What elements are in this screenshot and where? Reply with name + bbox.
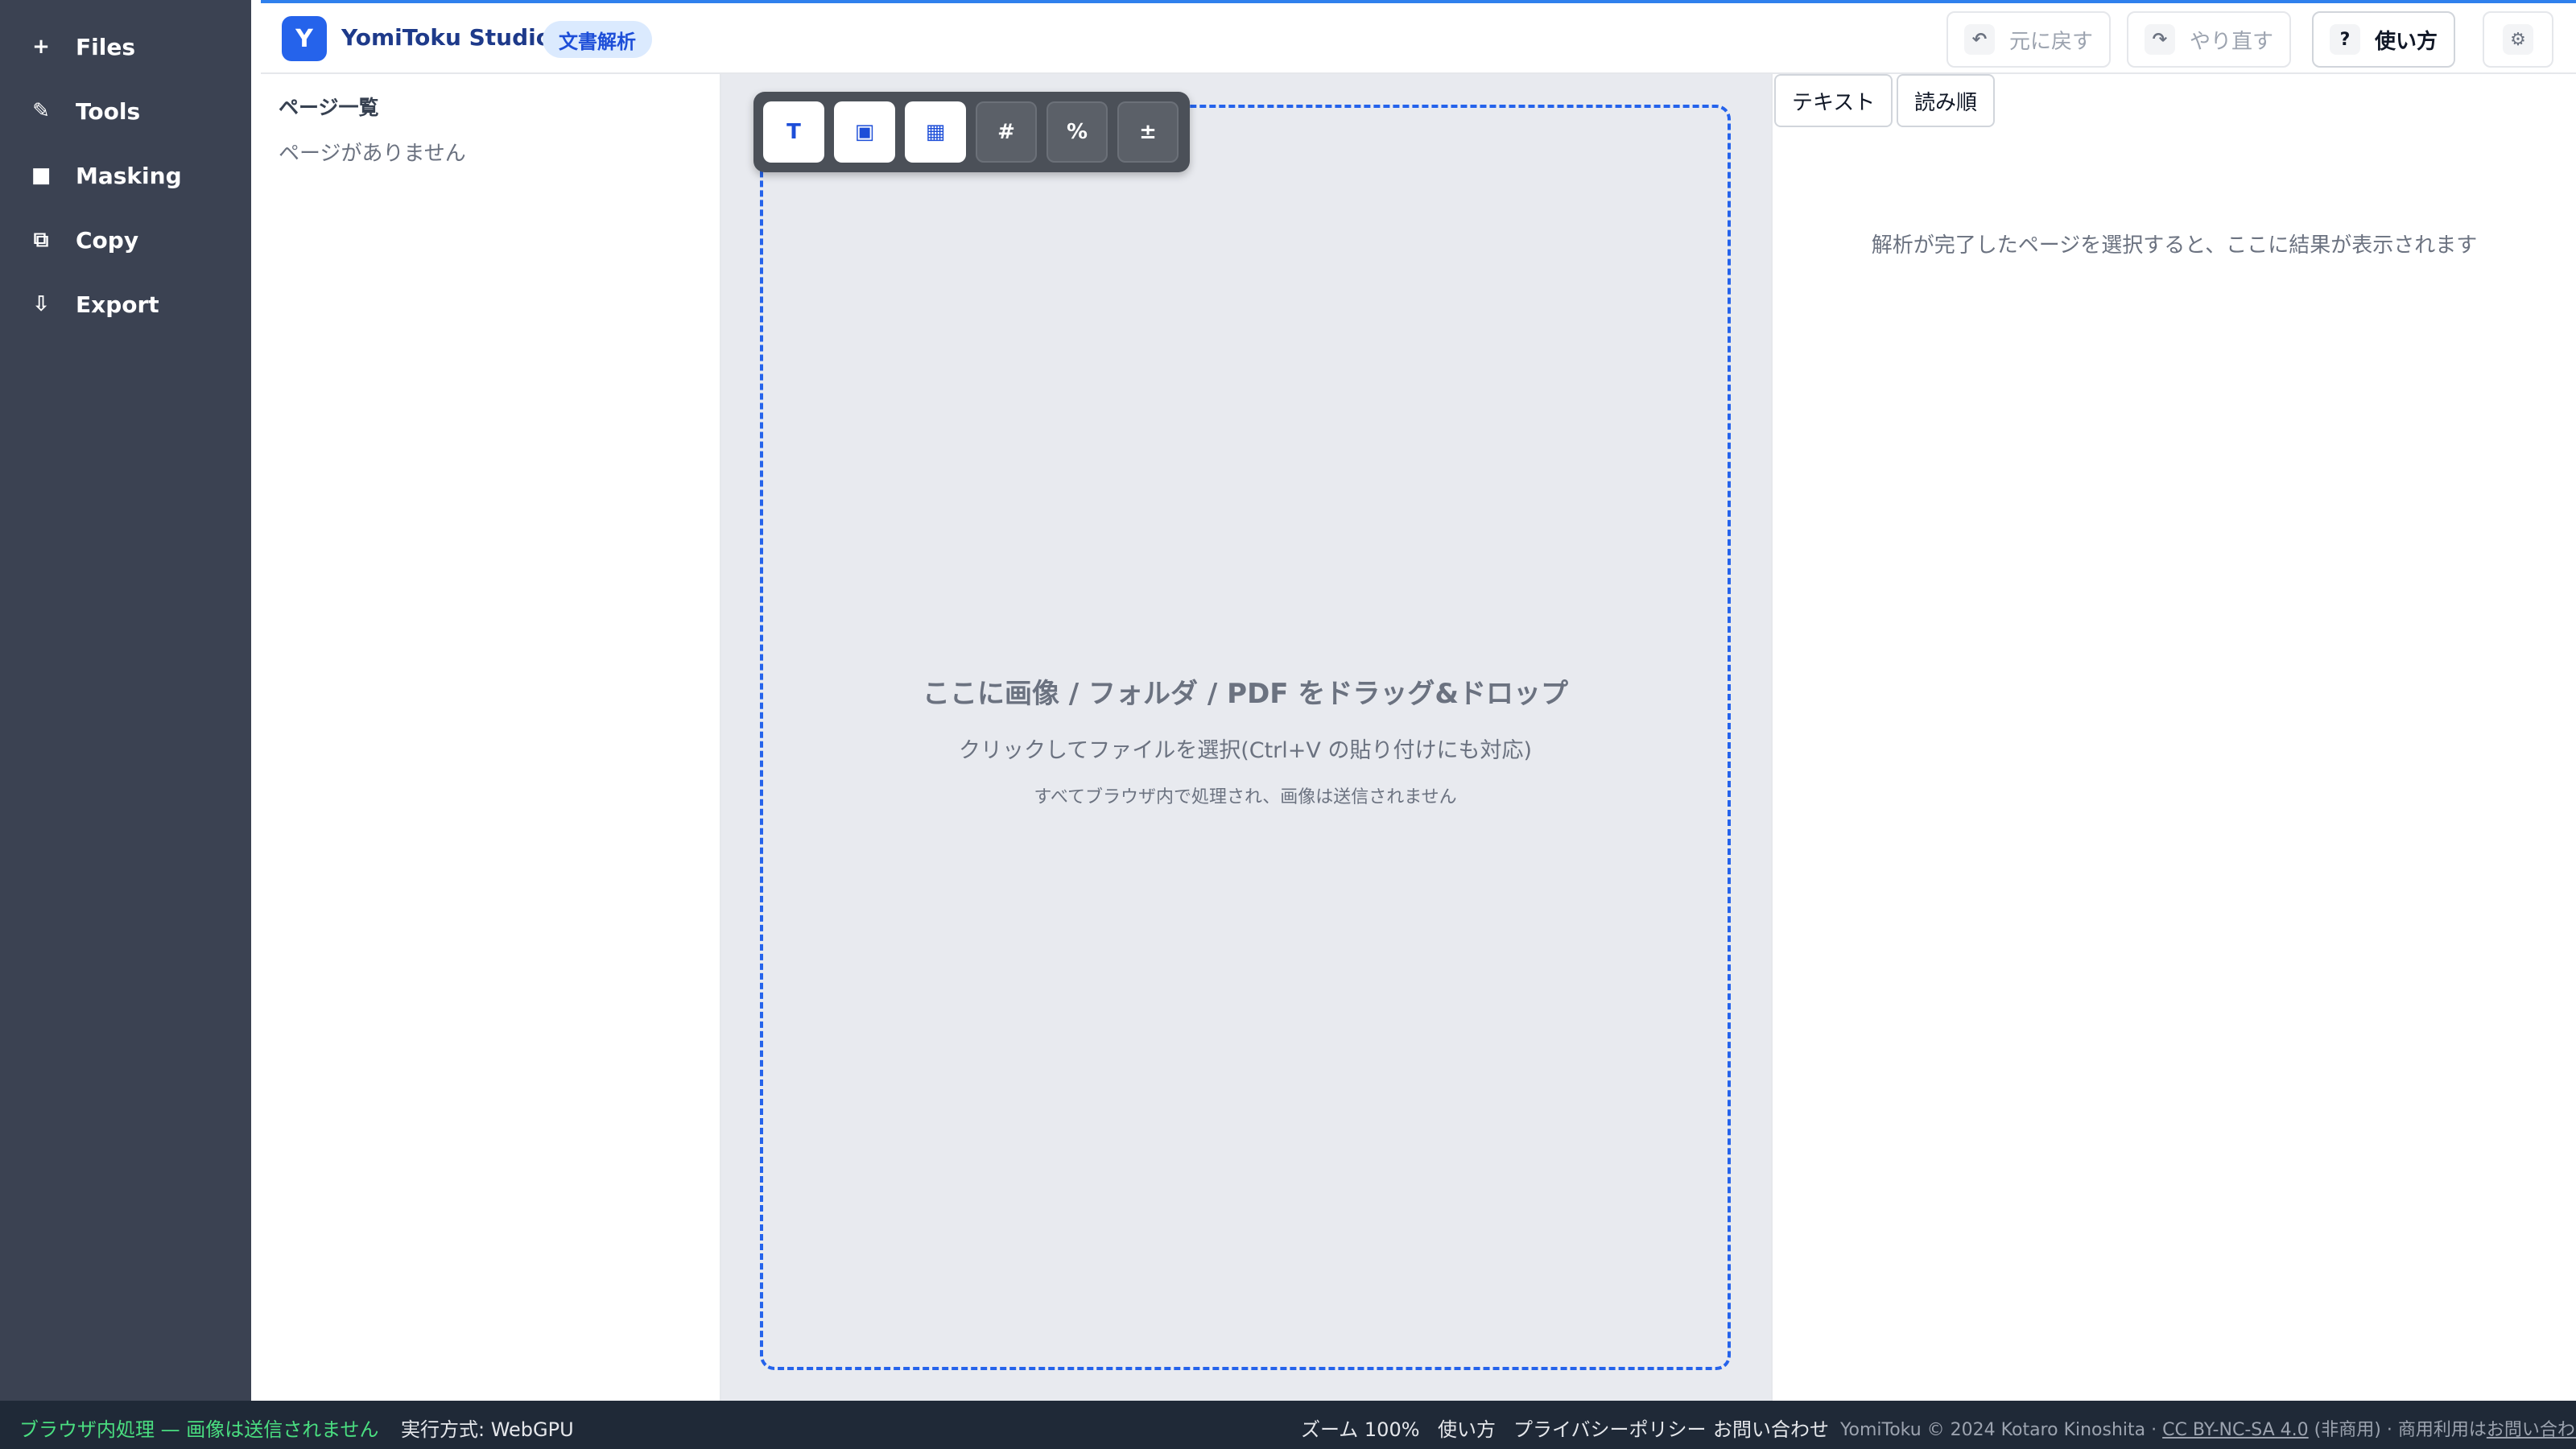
mode-badge: 文書解析 bbox=[543, 21, 652, 58]
sidebar-item-label: Files bbox=[76, 33, 135, 60]
results-empty-message: 解析が完了したページを選択すると、ここに結果が表示されます bbox=[1871, 233, 2478, 258]
help-label: 使い方 bbox=[2375, 29, 2438, 54]
contact-link[interactable]: お問い合わせ bbox=[1713, 1414, 1829, 1442]
table-layer-toggle[interactable]: ▦ bbox=[905, 101, 966, 163]
figure-layer-toggle[interactable]: ▣ bbox=[834, 101, 895, 163]
download-icon: ⇩ bbox=[32, 292, 50, 316]
app-logo: Y bbox=[282, 16, 327, 61]
footer-help-link[interactable]: 使い方 bbox=[1438, 1414, 1496, 1442]
tab-reading-order[interactable]: 読み順 bbox=[1897, 74, 1996, 127]
settings-button[interactable]: ⚙ bbox=[2483, 11, 2553, 68]
canvas-area: ここに画像 / フォルダ / PDF をドラッグ&ドロップ クリックしてファイル… bbox=[721, 74, 1771, 1401]
plus-icon: + bbox=[32, 35, 50, 59]
page-list-panel: ページ一覧 ページがありません bbox=[261, 74, 721, 1401]
results-panel: テキスト 読み順 解析が完了したページを選択すると、ここに結果が表示されます bbox=[1771, 74, 2576, 1401]
sidebar-item-label: Export bbox=[76, 291, 159, 318]
sidebar-item-tools[interactable]: ✎ Tools bbox=[0, 79, 251, 143]
help-button[interactable]: ? 使い方 bbox=[2312, 11, 2456, 68]
percent-layer-toggle[interactable]: % bbox=[1046, 101, 1108, 163]
undo-icon: ↶ bbox=[1964, 24, 1995, 55]
copyright-text: YomiToku © 2024 Kotaro Kinoshita · bbox=[1840, 1420, 2157, 1440]
redo-label: やり直す bbox=[2190, 29, 2274, 54]
gear-icon: ⚙ bbox=[2503, 24, 2533, 55]
plus-minus-layer-toggle[interactable]: ± bbox=[1117, 101, 1179, 163]
square-icon: ■ bbox=[31, 163, 52, 188]
sidebar-item-label: Copy bbox=[76, 226, 139, 254]
app-title: YomiToku Studio bbox=[341, 24, 551, 51]
dropzone-title: ここに画像 / フォルダ / PDF をドラッグ&ドロップ bbox=[922, 678, 1569, 710]
noncommercial-text: (非商用) · 商用利用は bbox=[2314, 1420, 2487, 1440]
privacy-policy-link[interactable]: プライバシーポリシー bbox=[1513, 1414, 1707, 1442]
sidebar-item-masking[interactable]: ■ Masking bbox=[0, 143, 251, 208]
footer-legal: YomiToku © 2024 Kotaro Kinoshita · CC BY… bbox=[1840, 1415, 2576, 1441]
sidebar-item-label: Tools bbox=[76, 97, 141, 125]
copy-icon: ⧉ bbox=[33, 227, 49, 252]
page-list-title: ページ一覧 bbox=[279, 96, 379, 119]
tab-text[interactable]: テキスト bbox=[1774, 74, 1893, 127]
number-layer-toggle[interactable]: # bbox=[976, 101, 1037, 163]
sidebar-item-export[interactable]: ⇩ Export bbox=[0, 272, 251, 336]
license-link[interactable]: CC BY-NC-SA 4.0 bbox=[2162, 1420, 2309, 1440]
app-header: Y YomiToku Studio 文書解析 ↶ 元に戻す ↷ やり直す ? 使… bbox=[261, 0, 2576, 74]
layer-toolbar: T ▣ ▦ # % ± bbox=[753, 92, 1190, 172]
sidebar-item-copy[interactable]: ⧉ Copy bbox=[0, 208, 251, 272]
pencil-icon: ✎ bbox=[32, 99, 50, 123]
sidebar-item-files[interactable]: + Files bbox=[0, 14, 251, 79]
sidebar-item-label: Masking bbox=[76, 162, 182, 189]
undo-button[interactable]: ↶ 元に戻す bbox=[1946, 11, 2112, 68]
privacy-status: ブラウザ内処理 — 画像は送信されません bbox=[19, 1418, 379, 1441]
file-dropzone[interactable]: ここに画像 / フォルダ / PDF をドラッグ&ドロップ クリックしてファイル… bbox=[760, 105, 1731, 1370]
page-list-empty: ページがありません bbox=[279, 142, 466, 166]
zoom-level: ズーム 100% bbox=[1301, 1418, 1420, 1441]
sidebar: + Files ✎ Tools ■ Masking ⧉ Copy ⇩ Expor… bbox=[0, 0, 251, 1401]
dropzone-subtitle: クリックしてファイルを選択(Ctrl+V の貼り付けにも対応) bbox=[959, 738, 1532, 763]
text-layer-toggle[interactable]: T bbox=[763, 101, 824, 163]
commercial-contact-link[interactable]: お問い合わせ bbox=[2487, 1420, 2576, 1440]
redo-icon: ↷ bbox=[2145, 24, 2175, 55]
redo-button[interactable]: ↷ やり直す bbox=[2127, 11, 2292, 68]
question-icon: ? bbox=[2330, 24, 2360, 55]
dropzone-note: すべてブラウザ内で処理され、画像は送信されません bbox=[1034, 787, 1457, 807]
runtime-status: 実行方式: WebGPU bbox=[401, 1418, 574, 1441]
status-bar: ブラウザ内処理 — 画像は送信されません 実行方式: WebGPU ズーム 10… bbox=[0, 1401, 2576, 1449]
undo-label: 元に戻す bbox=[2009, 29, 2094, 54]
